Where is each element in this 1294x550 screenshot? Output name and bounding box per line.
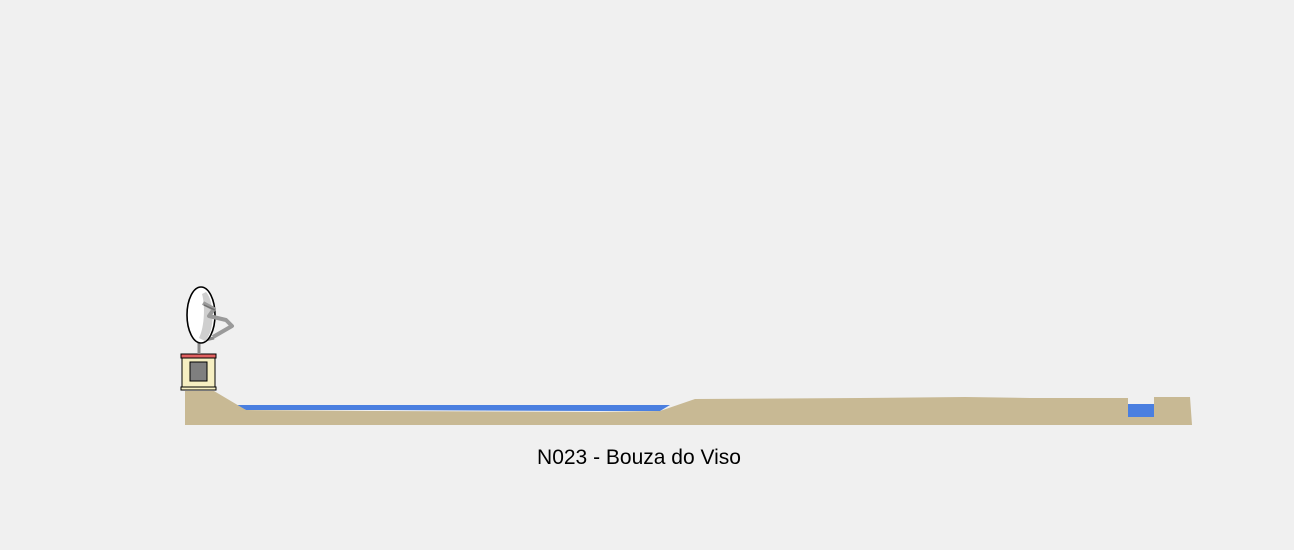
- satellite-dish-icon: [186, 286, 234, 354]
- link-name-label: N023 - Bouza do Viso: [537, 446, 741, 469]
- water-body-main: [236, 405, 670, 411]
- water-body-small: [1126, 404, 1154, 417]
- station-tower-icon: [180, 353, 217, 391]
- link-profile-diagram: N023 - Bouza do Viso: [0, 0, 1294, 545]
